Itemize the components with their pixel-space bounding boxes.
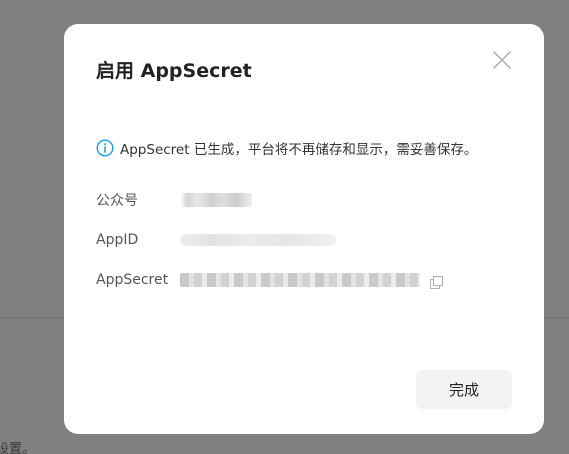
notice: AppSecret 已生成，平台将不再储存和显示，需妥善保存。	[96, 138, 477, 158]
copy-icon	[430, 275, 443, 289]
field-label-appsecret: AppSecret	[96, 272, 169, 288]
field-value-appsecret	[180, 273, 420, 287]
field-appsecret: AppSecret	[96, 270, 443, 290]
copy-button[interactable]	[430, 274, 443, 289]
info-circle-icon	[96, 139, 114, 157]
field-value-account	[180, 193, 252, 207]
enable-appsecret-dialog: 启用 AppSecret AppSecret 已生成，平台将不再储存和显示，需妥…	[64, 24, 544, 434]
close-button[interactable]	[490, 48, 514, 72]
background-text: 设置。	[0, 442, 36, 454]
done-button[interactable]: 完成	[416, 370, 512, 409]
field-account: 公众号	[96, 190, 252, 210]
dialog-title: 启用 AppSecret	[96, 60, 252, 82]
field-appid: AppID	[96, 230, 336, 250]
field-label-appid: AppID	[96, 232, 139, 248]
close-icon	[493, 51, 511, 69]
field-value-appid	[180, 234, 336, 246]
notice-text: AppSecret 已生成，平台将不再储存和显示，需妥善保存。	[120, 142, 478, 158]
field-label-account: 公众号	[96, 193, 138, 209]
